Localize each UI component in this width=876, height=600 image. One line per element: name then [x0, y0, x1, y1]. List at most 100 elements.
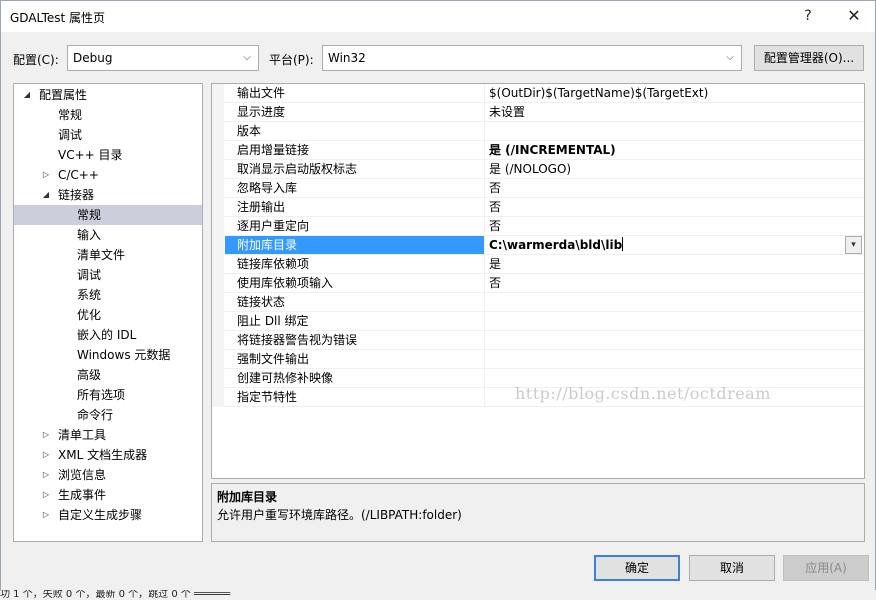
property-row[interactable]: 版本 — [212, 122, 864, 141]
collapse-icon[interactable]: ◢ — [41, 185, 51, 205]
tree-item[interactable]: 嵌入的 IDL — [14, 325, 202, 345]
tree-item-label: 优化 — [77, 308, 102, 322]
config-manager-button[interactable]: 配置管理器(O)... — [754, 45, 864, 71]
apply-button[interactable]: 应用(A) — [783, 555, 869, 581]
tree-item[interactable]: 常规 — [14, 205, 202, 225]
property-grid[interactable]: 输出文件 $(OutDir)$(TargetName)$(TargetExt) 显示… — [211, 83, 865, 479]
tree-item-label: 所有选项 — [77, 388, 126, 402]
collapse-icon[interactable]: ◢ — [22, 85, 32, 105]
close-icon[interactable]: ✕ — [839, 5, 869, 27]
property-name: 注册输出 — [225, 198, 485, 216]
platform-label: 平台(P): — [269, 53, 314, 67]
help-icon[interactable]: ? — [793, 5, 823, 27]
row-gutter — [212, 274, 224, 293]
expand-icon[interactable]: ▷ — [41, 165, 51, 185]
property-row[interactable]: 强制文件输出 — [212, 350, 864, 369]
property-value: 是 (/INCREMENTAL) — [489, 141, 849, 159]
property-name: 显示进度 — [225, 103, 485, 121]
property-row[interactable]: 注册输出否 — [212, 198, 864, 217]
property-value: $(OutDir)$(TargetName)$(TargetExt) — [489, 84, 849, 102]
property-value: 是 — [489, 255, 849, 273]
expand-icon[interactable]: ▷ — [41, 465, 51, 485]
row-gutter — [212, 103, 224, 122]
text-caret — [622, 237, 624, 251]
tree-item[interactable]: ▷ XML 文档生成器 — [14, 445, 202, 465]
property-row[interactable]: 逐用户重定向否 — [212, 217, 864, 236]
property-name: 忽略导入库 — [225, 179, 485, 197]
tree-item[interactable]: ◢ 配置属性 — [14, 85, 202, 105]
property-value-text: 否 — [489, 181, 502, 195]
tree-item-label: VC++ 目录 — [58, 148, 123, 162]
tree-item[interactable]: 清单文件 — [14, 245, 202, 265]
tree-item-label: 清单工具 — [58, 428, 107, 442]
tree-item-label: 系统 — [77, 288, 102, 302]
cancel-button[interactable]: 取消 — [689, 555, 775, 581]
property-row[interactable]: 取消显示启动版权标志是 (/NOLOGO) — [212, 160, 864, 179]
tree-item[interactable]: ▷ C/C++ — [14, 165, 202, 185]
property-value — [489, 293, 849, 311]
tree-item[interactable]: 高级 — [14, 365, 202, 385]
row-gutter — [212, 331, 224, 350]
property-value-text: 是 (/NOLOGO) — [489, 162, 572, 176]
property-row[interactable]: 附加库目录 C:\warmerda\bld\lib ▾ — [212, 236, 864, 255]
property-name: 启用增量链接 — [225, 141, 485, 159]
description-title: 附加库目录 — [217, 490, 278, 504]
property-row[interactable]: 使用库依赖项输入否 — [212, 274, 864, 293]
property-name: 版本 — [225, 122, 485, 140]
property-row[interactable]: 启用增量链接是 (/INCREMENTAL) — [212, 141, 864, 160]
property-tree[interactable]: ◢ 配置属性 常规 调试 VC++ 目录 ▷ C/C++ ◢ 链接器 常规 输入 清单文件 调试 系统 优化… — [13, 83, 203, 542]
tree-item[interactable]: Windows 元数据 — [14, 345, 202, 365]
tree-item[interactable]: ▷ 浏览信息 — [14, 465, 202, 485]
configuration-value: Debug — [73, 51, 113, 65]
property-row[interactable]: 链接库依赖项是 — [212, 255, 864, 274]
tree-item[interactable]: 系统 — [14, 285, 202, 305]
configuration-select[interactable]: Debug ⌵ — [67, 45, 259, 71]
tree-item-label: C/C++ — [58, 168, 99, 182]
row-gutter — [212, 369, 224, 388]
row-gutter — [212, 350, 224, 369]
property-row[interactable]: 阻止 Dll 绑定 — [212, 312, 864, 331]
property-value: 否 — [489, 179, 849, 197]
library-directories-input[interactable]: C:\warmerda\bld\lib — [489, 236, 849, 254]
property-row[interactable]: 忽略导入库否 — [212, 179, 864, 198]
expand-icon[interactable]: ▷ — [41, 505, 51, 525]
tree-item[interactable]: ▷ 清单工具 — [14, 425, 202, 445]
tree-item[interactable]: 输入 — [14, 225, 202, 245]
tree-item[interactable]: 命令行 — [14, 405, 202, 425]
property-value — [489, 331, 849, 349]
property-value-text: C:\warmerda\bld\lib — [489, 238, 623, 252]
property-name: 阻止 Dll 绑定 — [225, 312, 485, 330]
row-gutter — [212, 160, 224, 179]
property-row[interactable]: 将链接器警告视为错误 — [212, 331, 864, 350]
chevron-down-icon[interactable]: ▾ — [845, 236, 862, 254]
tree-item[interactable]: 调试 — [14, 125, 202, 145]
tree-item[interactable]: 常规 — [14, 105, 202, 125]
property-value — [489, 122, 849, 140]
expand-icon[interactable]: ▷ — [41, 425, 51, 445]
tree-item[interactable]: 调试 — [14, 265, 202, 285]
property-pages-dialog: GDALTest 属性页 ? ✕ 配置(C): Debug ⌵ 平台(P): W… — [0, 0, 876, 593]
tree-item-label: 浏览信息 — [58, 468, 107, 482]
property-row[interactable]: 输出文件 $(OutDir)$(TargetName)$(TargetExt) — [212, 84, 864, 103]
tree-item-label: 链接器 — [58, 188, 95, 202]
property-row[interactable]: 链接状态 — [212, 293, 864, 312]
expand-icon[interactable]: ▷ — [41, 445, 51, 465]
platform-value: Win32 — [328, 51, 366, 65]
platform-select[interactable]: Win32 ⌵ — [322, 45, 742, 71]
tree-item-label: 自定义生成步骤 — [58, 508, 143, 522]
tree-item[interactable]: ▷ 生成事件 — [14, 485, 202, 505]
property-value-text: 否 — [489, 276, 502, 290]
property-row[interactable]: 显示进度 未设置 — [212, 103, 864, 122]
expand-icon[interactable]: ▷ — [41, 485, 51, 505]
property-value-text: 否 — [489, 200, 502, 214]
ok-button[interactable]: 确定 — [594, 555, 680, 581]
watermark-text: http://blog.csdn.net/octdream — [515, 384, 771, 403]
tree-item-label: 高级 — [77, 368, 102, 382]
property-name: 取消显示启动版权标志 — [225, 160, 485, 178]
tree-item[interactable]: 所有选项 — [14, 385, 202, 405]
tree-item[interactable]: 优化 — [14, 305, 202, 325]
tree-item[interactable]: ▷ 自定义生成步骤 — [14, 505, 202, 525]
property-value-text: $(OutDir)$(TargetName)$(TargetExt) — [489, 86, 709, 100]
tree-item[interactable]: ◢ 链接器 — [14, 185, 202, 205]
tree-item[interactable]: VC++ 目录 — [14, 145, 202, 165]
